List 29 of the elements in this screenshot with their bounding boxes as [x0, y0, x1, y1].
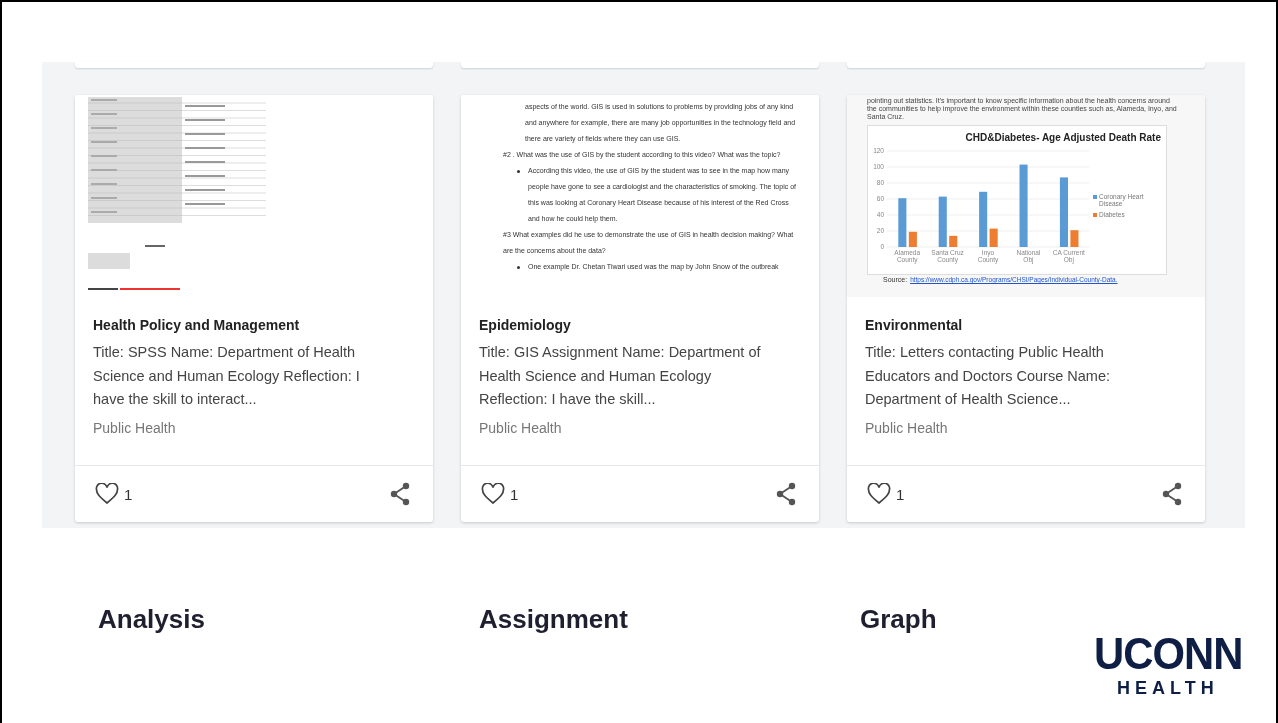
- category-label: Public Health: [479, 419, 563, 436]
- chart-title: CHD&Diabetes- Age Adjusted Death Rate: [965, 132, 1161, 143]
- heart-icon[interactable]: [481, 483, 505, 505]
- slide-caption: Analysis: [98, 604, 206, 635]
- card-title: Environmental: [865, 317, 964, 333]
- logo-subtitle: HEALTH: [1116, 678, 1220, 699]
- heart-icon[interactable]: [867, 483, 891, 505]
- like-count: 1: [124, 485, 134, 503]
- card-title: Health Policy and Management: [93, 317, 301, 333]
- slide-caption: Assignment: [479, 604, 629, 635]
- share-icon[interactable]: [389, 482, 411, 506]
- slide-caption: Graph: [860, 604, 937, 635]
- card-title: Epidemiology: [479, 317, 572, 333]
- logo-wordmark: UCONN: [1093, 634, 1243, 674]
- like-count: 1: [510, 485, 520, 503]
- heart-icon[interactable]: [95, 483, 119, 505]
- category-label: Public Health: [93, 419, 177, 436]
- category-label: Public Health: [865, 419, 949, 436]
- share-icon[interactable]: [1161, 482, 1183, 506]
- portfolio-card[interactable]: Health Policy and Management Title: SPSS Name: Department of Health Science and Human Ecology Reflection: I have the skill to interact... Public Health 1: [75, 95, 433, 522]
- portfolio-card[interactable]: [461, 95, 819, 522]
- card-description: Title: Letters contacting Public Health Educators and Doctors Course Name: Department of Health Science...: [865, 343, 1111, 409]
- portfolio-card[interactable]: [847, 95, 1205, 522]
- like-count: 1: [896, 485, 906, 503]
- share-icon[interactable]: [775, 482, 797, 506]
- card-description: Title: SPSS Name: Department of Health Science and Human Ecology Reflection: I have the skill to interact...: [93, 343, 361, 409]
- card-description: Title: GIS Assignment Name: Department of Health Science and Human Ecology Reflection: I have the skill...: [479, 343, 762, 409]
- bullet-icon: [517, 266, 520, 269]
- bullet-icon: [517, 170, 520, 173]
